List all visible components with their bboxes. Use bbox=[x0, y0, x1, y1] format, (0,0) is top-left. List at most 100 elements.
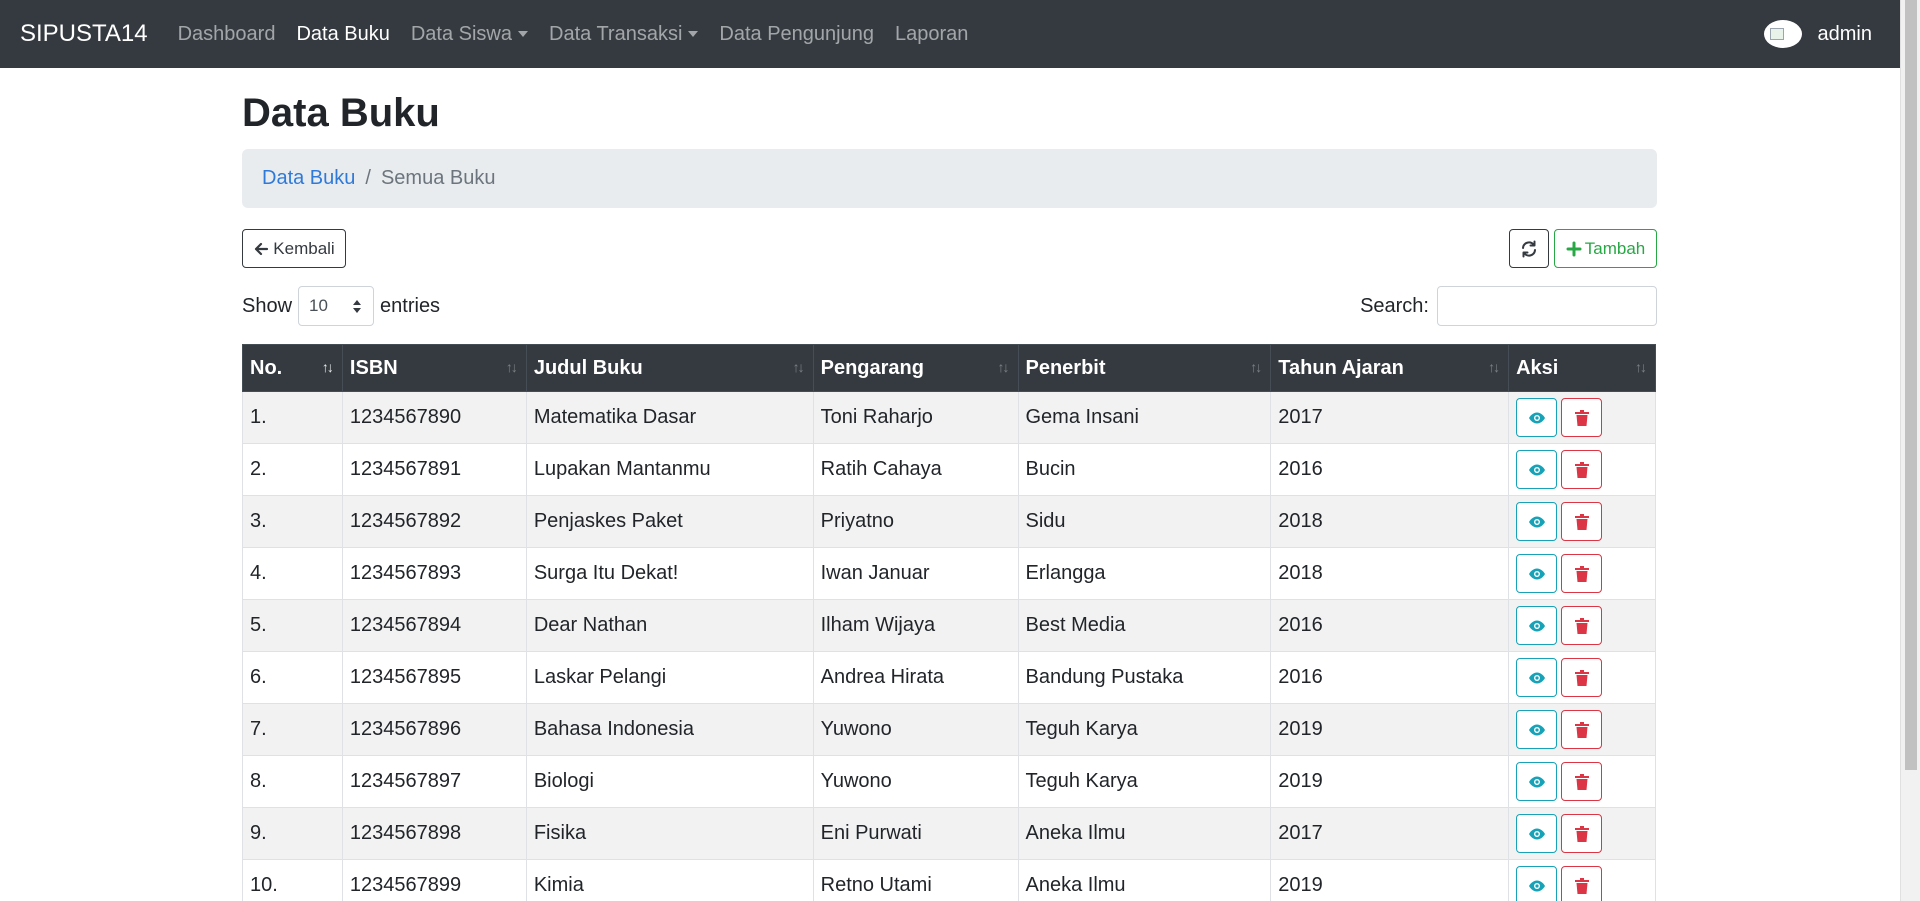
nav-item-dashboard[interactable]: Dashboard bbox=[178, 23, 276, 46]
view-button[interactable] bbox=[1516, 814, 1558, 853]
nav-item-data-transaksi[interactable]: Data Transaksi bbox=[549, 23, 699, 46]
cell-judul-buku: Fisika bbox=[525, 807, 814, 860]
table-row: 2. 1234567891 Lupakan Mantanmu Ratih Cahaya… bbox=[242, 443, 1656, 496]
view-button[interactable] bbox=[1516, 866, 1558, 901]
delete-button[interactable] bbox=[1561, 502, 1603, 541]
refresh-button[interactable] bbox=[1509, 229, 1549, 268]
cell-isbn: 1234567895 bbox=[341, 651, 527, 704]
delete-button[interactable] bbox=[1561, 814, 1603, 853]
eye-icon bbox=[1528, 464, 1545, 475]
view-button[interactable] bbox=[1516, 554, 1558, 593]
cell-tahun-ajaran: 2019 bbox=[1270, 755, 1510, 808]
column-header-pengarang[interactable]: Pengarang ↑↓ bbox=[812, 344, 1019, 392]
scrollbar-thumb[interactable] bbox=[1905, 0, 1917, 770]
cell-no: 2. bbox=[242, 443, 343, 496]
entries-select[interactable]: 10 bbox=[298, 286, 375, 326]
entries-length-control: Show 10 entries bbox=[242, 286, 440, 326]
search-input[interactable] bbox=[1437, 286, 1657, 326]
cell-tahun-ajaran: 2016 bbox=[1270, 443, 1510, 496]
cell-penerbit: Best Media bbox=[1017, 599, 1272, 652]
search-label: Search: bbox=[1360, 294, 1429, 317]
back-button[interactable]: Kembali bbox=[242, 229, 346, 268]
brand-logo[interactable]: SIPUSTA14 bbox=[20, 20, 148, 48]
view-button[interactable] bbox=[1516, 762, 1558, 801]
cell-isbn: 1234567896 bbox=[341, 703, 527, 756]
cell-no: 4. bbox=[242, 547, 343, 600]
delete-button[interactable] bbox=[1561, 658, 1603, 697]
cell-aksi bbox=[1508, 703, 1656, 756]
cell-isbn: 1234567899 bbox=[341, 859, 527, 901]
column-header-no[interactable]: No. ↑↓ bbox=[242, 344, 343, 392]
sort-icon: ↑↓ bbox=[505, 359, 518, 375]
nav-item-data-pengunjung[interactable]: Data Pengunjung bbox=[719, 23, 874, 46]
cell-no: 7. bbox=[242, 703, 343, 756]
delete-button[interactable] bbox=[1561, 762, 1603, 801]
cell-penerbit: Sidu bbox=[1017, 495, 1272, 548]
nav-item-laporan[interactable]: Laporan bbox=[895, 23, 968, 46]
caret-down-icon bbox=[518, 31, 528, 37]
table-row: 5. 1234567894 Dear Nathan Ilham Wijaya Best … bbox=[242, 599, 1656, 652]
column-header-label: No. bbox=[250, 356, 283, 379]
cell-aksi bbox=[1508, 807, 1656, 860]
plus-icon bbox=[1566, 241, 1582, 256]
cell-judul-buku: Surga Itu Dekat! bbox=[525, 547, 814, 600]
delete-button[interactable] bbox=[1561, 606, 1603, 645]
cell-pengarang: Yuwono bbox=[812, 703, 1019, 756]
cell-tahun-ajaran: 2019 bbox=[1270, 703, 1510, 756]
trash-icon bbox=[1574, 773, 1589, 790]
eye-icon bbox=[1528, 776, 1545, 787]
eye-icon bbox=[1528, 672, 1545, 683]
table-row: 8. 1234567897 Biologi Yuwono Teguh Karya 2019 bbox=[242, 755, 1656, 808]
nav-item-data-buku[interactable]: Data Buku bbox=[296, 23, 389, 46]
eye-icon bbox=[1528, 516, 1545, 527]
column-header-tahun-ajaran[interactable]: Tahun Ajaran ↑↓ bbox=[1270, 344, 1510, 392]
cell-isbn: 1234567894 bbox=[341, 599, 527, 652]
delete-button[interactable] bbox=[1561, 450, 1603, 489]
column-header-penerbit[interactable]: Penerbit ↑↓ bbox=[1017, 344, 1272, 392]
nav-item-data-siswa[interactable]: Data Siswa bbox=[411, 23, 528, 46]
add-button[interactable]: Tambah bbox=[1554, 229, 1657, 268]
cell-judul-buku: Laskar Pelangi bbox=[525, 651, 814, 704]
nav-item-label: Data Pengunjung bbox=[719, 22, 874, 45]
sort-icon: ↑↓ bbox=[1635, 359, 1647, 375]
cell-aksi bbox=[1508, 651, 1656, 704]
avatar[interactable] bbox=[1763, 20, 1802, 48]
view-button[interactable] bbox=[1516, 502, 1558, 541]
sort-icon: ↑↓ bbox=[321, 359, 334, 375]
page-title: Data Buku bbox=[242, 91, 440, 135]
delete-button[interactable] bbox=[1561, 398, 1603, 437]
view-button[interactable] bbox=[1516, 450, 1558, 489]
cell-pengarang: Toni Raharjo bbox=[812, 391, 1019, 444]
select-arrows-icon bbox=[353, 300, 362, 313]
delete-button[interactable] bbox=[1561, 710, 1603, 749]
view-button[interactable] bbox=[1516, 710, 1558, 749]
cell-pengarang: Ilham Wijaya bbox=[812, 599, 1019, 652]
page-scrollbar[interactable] bbox=[1900, 0, 1920, 901]
cell-pengarang: Yuwono bbox=[812, 755, 1019, 808]
breadcrumb-separator: / bbox=[365, 167, 371, 189]
delete-button[interactable] bbox=[1561, 866, 1603, 901]
column-header-aksi[interactable]: Aksi ↑↓ bbox=[1508, 344, 1656, 392]
delete-button[interactable] bbox=[1561, 554, 1603, 593]
table-header-row: No. ↑↓ ISBN ↑↓ Judul Buku ↑↓ Pengarang ↑↓ Pe… bbox=[242, 344, 1656, 392]
breadcrumb-link-data-buku[interactable]: Data Buku bbox=[262, 167, 355, 190]
view-button[interactable] bbox=[1516, 658, 1558, 697]
cell-no: 3. bbox=[242, 495, 343, 548]
eye-icon bbox=[1528, 880, 1545, 891]
cell-pengarang: Priyatno bbox=[812, 495, 1019, 548]
show-label: Show bbox=[242, 294, 293, 317]
column-header-isbn[interactable]: ISBN ↑↓ bbox=[341, 344, 527, 392]
user-menu[interactable]: admin bbox=[1763, 20, 1880, 48]
column-header-judul-buku[interactable]: Judul Buku ↑↓ bbox=[525, 344, 814, 392]
cell-aksi bbox=[1508, 443, 1656, 496]
trash-icon bbox=[1574, 617, 1589, 634]
cell-tahun-ajaran: 2018 bbox=[1270, 547, 1510, 600]
view-button[interactable] bbox=[1516, 606, 1558, 645]
column-header-label: Aksi bbox=[1516, 356, 1559, 379]
top-navbar: SIPUSTA14 Dashboard Data Buku Data Siswa… bbox=[0, 0, 1900, 68]
cell-tahun-ajaran: 2016 bbox=[1270, 599, 1510, 652]
user-name[interactable]: admin bbox=[1818, 23, 1872, 46]
cell-aksi bbox=[1508, 547, 1656, 600]
view-button[interactable] bbox=[1516, 398, 1558, 437]
cell-penerbit: Aneka Ilmu bbox=[1017, 807, 1272, 860]
